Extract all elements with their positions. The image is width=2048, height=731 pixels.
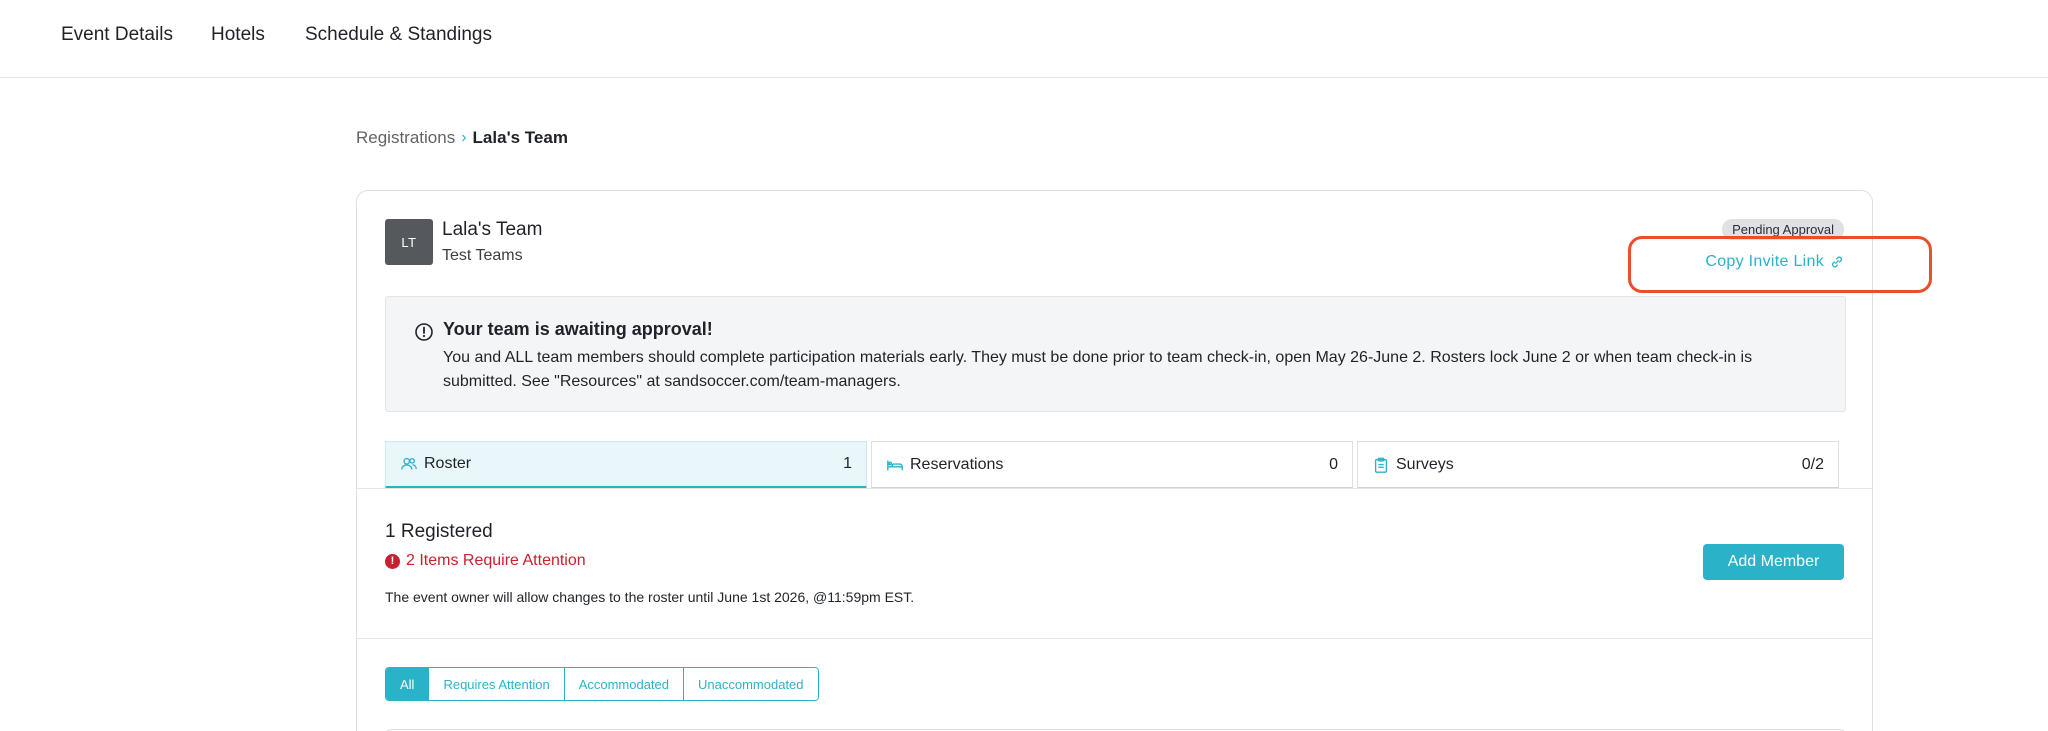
tab-surveys[interactable]: Surveys 0/2: [1357, 441, 1839, 489]
tabs: Roster 1 Reservations 0 Surveys 0/2: [385, 441, 1846, 489]
filter-all[interactable]: All: [386, 668, 429, 700]
nav-schedule-standings[interactable]: Schedule & Standings: [305, 24, 492, 46]
team-subtitle: Test Teams: [442, 247, 523, 264]
breadcrumb: Registrations › Lala's Team: [356, 128, 568, 148]
filter-unaccommodated[interactable]: Unaccommodated: [683, 668, 818, 700]
team-name: Lala's Team: [442, 219, 543, 240]
roster-filters: All Requires Attention Accommodated Unac…: [385, 667, 819, 701]
copy-invite-link-button[interactable]: Copy Invite Link: [1705, 253, 1844, 271]
nav-event-details[interactable]: Event Details: [61, 24, 173, 46]
approval-alert: Your team is awaiting approval! You and …: [385, 296, 1846, 412]
attention-link[interactable]: ! 2 Items Require Attention: [385, 552, 586, 570]
filter-requires-attention[interactable]: Requires Attention: [428, 668, 564, 700]
breadcrumb-registrations[interactable]: Registrations: [356, 128, 455, 148]
tab-roster-label: Roster: [424, 455, 472, 472]
users-icon: [401, 457, 417, 470]
error-icon: !: [385, 553, 400, 569]
alert-title: Your team is awaiting approval!: [443, 319, 713, 339]
status-badge: Pending Approval: [1722, 219, 1844, 240]
copy-invite-link-label: Copy Invite Link: [1705, 253, 1824, 270]
roster-note: The event owner will allow changes to th…: [385, 589, 915, 605]
avatar: LT: [385, 219, 433, 265]
section-divider: [357, 638, 1872, 639]
clipboard-icon: [1374, 457, 1388, 473]
tab-surveys-count: 0/2: [1801, 455, 1824, 473]
top-nav: Event Details Hotels Schedule & Standing…: [0, 0, 2048, 78]
add-member-button[interactable]: Add Member: [1703, 544, 1844, 580]
tab-reservations-count: 0: [1329, 455, 1338, 473]
tab-reservations-label: Reservations: [910, 455, 1004, 473]
info-circle-icon: [415, 323, 433, 341]
tab-roster[interactable]: Roster 1: [385, 441, 867, 489]
tab-reservations[interactable]: Reservations 0: [871, 441, 1353, 489]
team-card: LT Lala's Team Test Teams Pending Approv…: [356, 190, 1873, 731]
alert-body: You and ALL team members should complete…: [443, 349, 1753, 390]
tab-roster-count: 1: [843, 455, 852, 472]
tab-surveys-label: Surveys: [1396, 455, 1454, 473]
bed-icon: [887, 460, 903, 470]
link-icon: [1832, 256, 1842, 268]
chevron-right-icon: ›: [461, 129, 467, 146]
registered-count: 1 Registered: [385, 521, 493, 542]
nav-hotels[interactable]: Hotels: [211, 24, 265, 46]
attention-label: 2 Items Require Attention: [406, 552, 586, 569]
breadcrumb-current: Lala's Team: [472, 128, 568, 147]
tabs-divider: [357, 488, 1872, 489]
filter-accommodated[interactable]: Accommodated: [563, 668, 684, 700]
